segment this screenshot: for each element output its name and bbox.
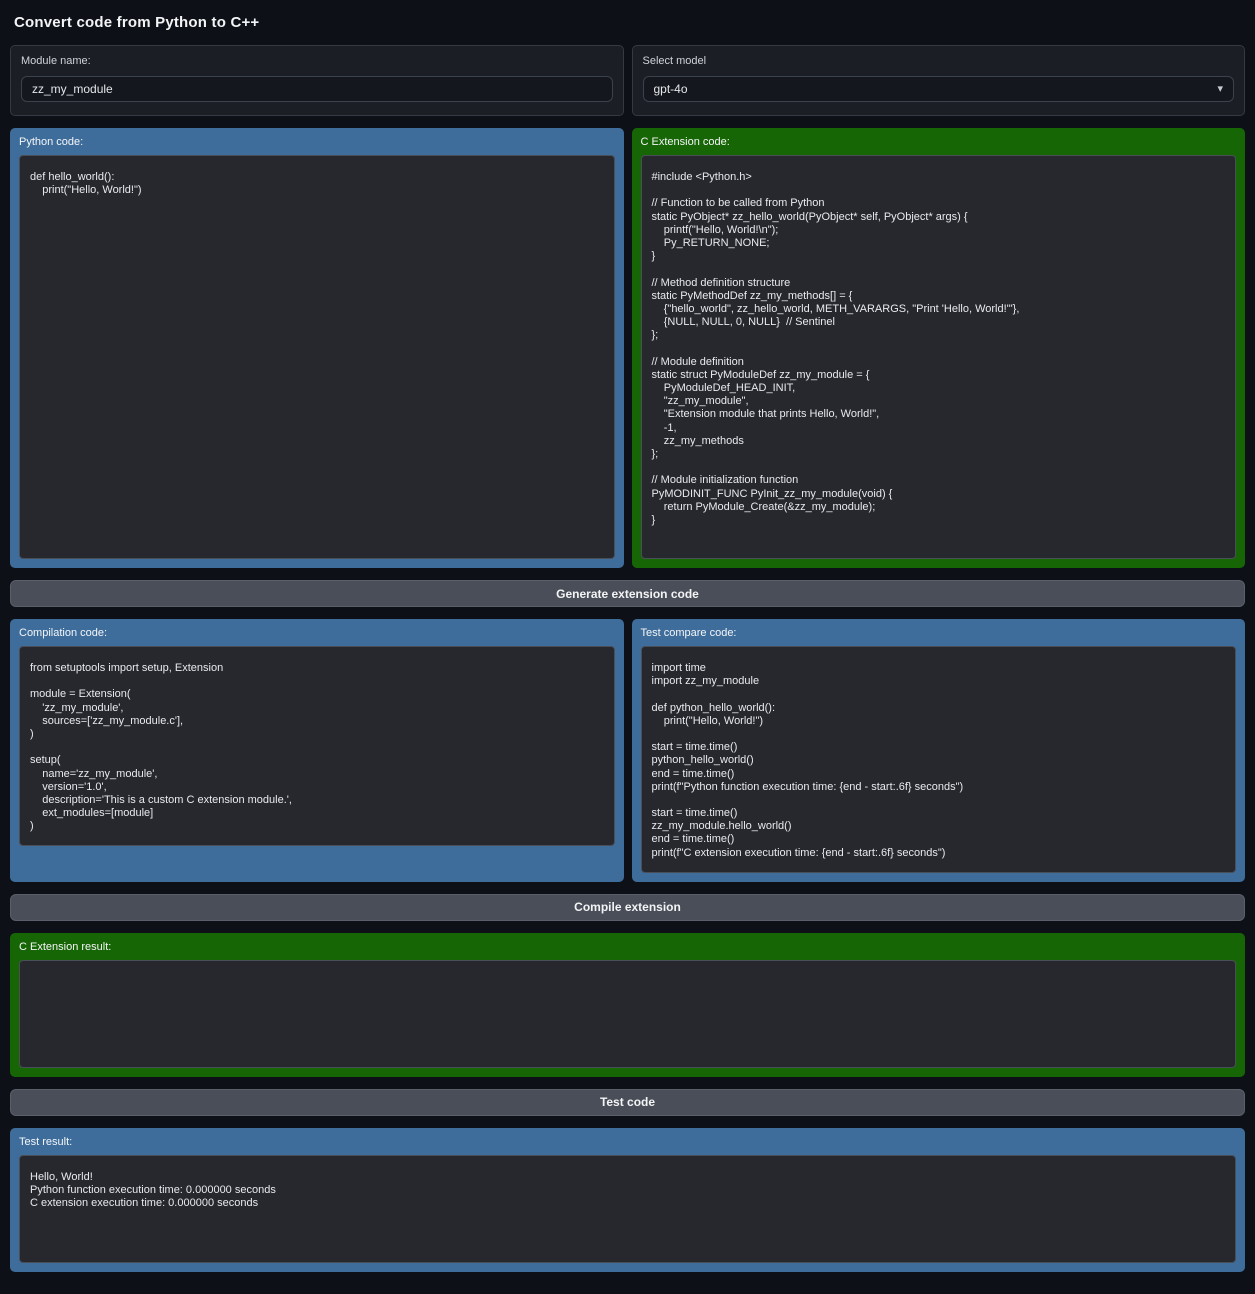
module-name-panel: Module name:: [10, 45, 624, 116]
compilation-code-textarea[interactable]: from setuptools import setup, Extension …: [19, 646, 615, 846]
model-select-label: Select model: [643, 55, 1235, 67]
python-code-textarea[interactable]: def hello_world(): print("Hello, World!"…: [19, 155, 615, 559]
c-extension-result-textarea[interactable]: [19, 960, 1236, 1068]
model-select-dropdown[interactable]: gpt-4o ▾: [643, 76, 1235, 102]
app-root: Convert code from Python to C++ Module n…: [0, 0, 1255, 1294]
c-extension-code-textarea[interactable]: #include <Python.h> // Function to be ca…: [641, 155, 1237, 559]
c-extension-result-label: C Extension result:: [19, 941, 1236, 953]
c-extension-code-panel: C Extension code: #include <Python.h> //…: [632, 128, 1246, 568]
c-extension-result-panel: C Extension result:: [10, 933, 1245, 1077]
page-title: Convert code from Python to C++: [10, 10, 1245, 45]
module-name-label: Module name:: [21, 55, 613, 67]
c-extension-code-label: C Extension code:: [641, 136, 1237, 148]
python-code-panel: Python code: def hello_world(): print("H…: [10, 128, 624, 568]
compile-extension-button[interactable]: Compile extension: [10, 894, 1245, 921]
model-select-value: gpt-4o: [654, 82, 688, 96]
compilation-code-panel: Compilation code: from setuptools import…: [10, 619, 624, 882]
model-select-panel: Select model gpt-4o ▾: [632, 45, 1246, 116]
test-result-textarea[interactable]: Hello, World! Python function execution …: [19, 1155, 1236, 1263]
test-compare-code-label: Test compare code:: [641, 627, 1237, 639]
test-result-panel: Test result: Hello, World! Python functi…: [10, 1128, 1245, 1272]
compile-test-row: Compilation code: from setuptools import…: [10, 619, 1245, 882]
compilation-code-label: Compilation code:: [19, 627, 615, 639]
module-name-input[interactable]: [21, 76, 613, 102]
chevron-down-icon: ▾: [1217, 84, 1223, 95]
code-row: Python code: def hello_world(): print("H…: [10, 128, 1245, 568]
generate-extension-code-button[interactable]: Generate extension code: [10, 580, 1245, 607]
python-code-label: Python code:: [19, 136, 615, 148]
test-result-label: Test result:: [19, 1136, 1236, 1148]
test-compare-code-panel: Test compare code: import time import zz…: [632, 619, 1246, 882]
test-code-button[interactable]: Test code: [10, 1089, 1245, 1116]
test-compare-code-textarea[interactable]: import time import zz_my_module def pyth…: [641, 646, 1237, 873]
settings-row: Module name: Select model gpt-4o ▾: [10, 45, 1245, 116]
